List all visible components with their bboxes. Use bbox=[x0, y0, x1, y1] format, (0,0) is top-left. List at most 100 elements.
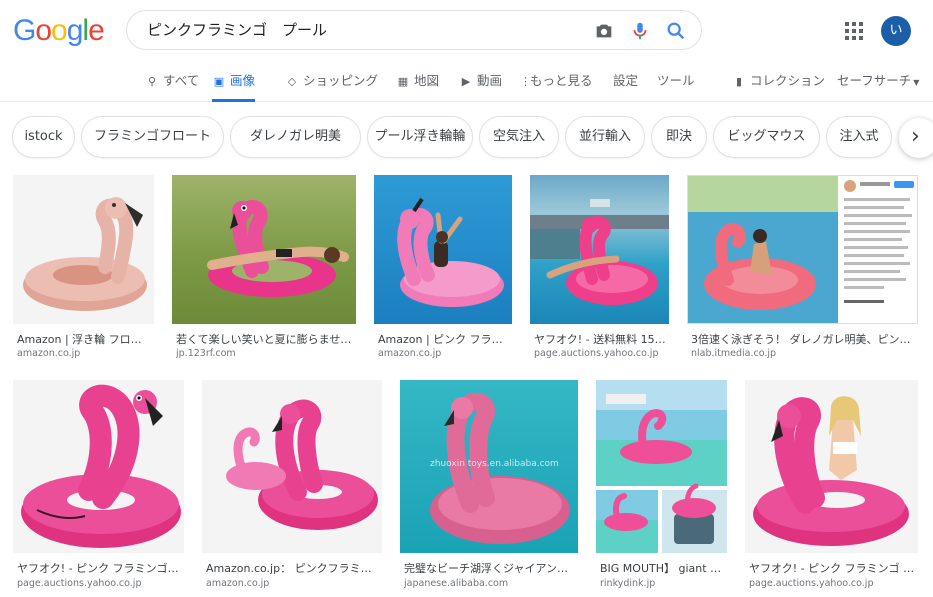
avatar[interactable]: い bbox=[881, 16, 911, 46]
result-caption[interactable]: Amazon | 浮き輪 フロー… bbox=[17, 331, 152, 347]
search-icon: ⚲ bbox=[147, 75, 157, 88]
tab-shopping[interactable]: ◇ ショッピング bbox=[285, 62, 378, 102]
result-caption[interactable]: Amazon | ピンク フラミ… bbox=[378, 331, 510, 347]
tab-tools[interactable]: ツール bbox=[657, 62, 695, 102]
more-vert-icon: ⋮ bbox=[520, 75, 531, 88]
tab-label: 動画 bbox=[477, 73, 503, 88]
result-source: amazon.co.jp bbox=[17, 348, 81, 359]
chip[interactable]: 即決 bbox=[651, 116, 707, 158]
result-source: amazon.co.jp bbox=[378, 348, 442, 359]
result-thumbnail[interactable] bbox=[687, 175, 918, 324]
microphone-icon[interactable] bbox=[629, 20, 651, 42]
google-logo[interactable]: Google bbox=[13, 14, 105, 48]
tab-label: 設定 bbox=[613, 73, 639, 88]
apps-grid-icon[interactable] bbox=[845, 22, 863, 40]
image-result[interactable]: ヤフオク! - 送料無料 150… page.auctions.yahoo.co… bbox=[530, 175, 669, 360]
header: Google い bbox=[0, 0, 933, 62]
flamingo-float-image bbox=[753, 396, 909, 546]
related-chips: istock フラミンゴフロート ダレノガレ明美 プール浮き輪輪 空気注入 並行… bbox=[0, 106, 933, 170]
result-thumbnail[interactable] bbox=[596, 380, 727, 553]
flamingo-collage-image bbox=[596, 380, 727, 553]
chip[interactable]: フラミンゴフロート bbox=[81, 116, 224, 158]
flamingo-float-image bbox=[21, 384, 181, 548]
chip[interactable]: ビッグマウス bbox=[713, 116, 820, 158]
chip[interactable]: 並行輸入 bbox=[565, 116, 645, 158]
result-caption[interactable]: ヤフオク! - ピンク フラミンゴ … bbox=[749, 560, 916, 576]
tab-videos[interactable]: ▶ 動画 bbox=[459, 62, 502, 102]
video-icon: ▶ bbox=[461, 75, 471, 88]
image-icon: ▣ bbox=[213, 75, 225, 88]
result-source: page.auctions.yahoo.co.jp bbox=[534, 348, 659, 359]
chip[interactable]: 空気注入 bbox=[479, 116, 559, 158]
result-thumbnail[interactable] bbox=[13, 175, 154, 324]
flamingo-float-image: zhuoxin toys.en.alibaba.com bbox=[430, 392, 570, 544]
result-thumbnail[interactable] bbox=[530, 175, 669, 324]
image-result[interactable]: Amazon.co.jp： ピンクフラミン… amazon.co.jp bbox=[202, 380, 382, 590]
tab-maps[interactable]: ▦ 地図 bbox=[396, 62, 439, 102]
collections-link[interactable]: ▮ コレクション bbox=[732, 62, 825, 102]
tab-label: 地図 bbox=[414, 73, 440, 88]
search-tabs: ⚲ すべて ▣ 画像 ◇ ショッピング ▦ 地図 ▶ 動画 ⋮もっと見る 設定 ツール ▮… bbox=[0, 62, 933, 102]
result-source: japanese.alibaba.com bbox=[404, 578, 509, 589]
image-result[interactable]: 若くて楽しい笑いと夏に膨らませ… jp.123rf.com bbox=[172, 175, 356, 360]
result-thumbnail[interactable] bbox=[13, 380, 184, 553]
image-result[interactable]: ヤフオク! - ピンク フラミンゴ … page.auctions.yahoo.… bbox=[13, 380, 184, 590]
result-caption[interactable]: BIG MOUTH】 giant pin… bbox=[600, 560, 725, 576]
result-source: page.auctions.yahoo.co.jp bbox=[17, 578, 142, 589]
instagram-post-image bbox=[688, 176, 914, 323]
camera-icon[interactable] bbox=[593, 20, 615, 42]
tab-label: コレクション bbox=[750, 73, 826, 88]
result-thumbnail[interactable] bbox=[172, 175, 356, 324]
tab-images[interactable]: ▣ 画像 bbox=[212, 62, 256, 102]
search-box[interactable] bbox=[126, 10, 702, 50]
chip[interactable]: 注入式 bbox=[826, 116, 892, 158]
search-input[interactable] bbox=[147, 11, 567, 49]
result-source: jp.123rf.com bbox=[176, 348, 236, 359]
image-result[interactable]: ヤフオク! - ピンク フラミンゴ … page.auctions.yahoo.… bbox=[745, 380, 918, 590]
result-caption[interactable]: ヤフオク! - ピンク フラミンゴ … bbox=[17, 560, 182, 576]
image-result[interactable]: Amazon | 浮き輪 フロー… amazon.co.jp bbox=[13, 175, 154, 360]
chevron-right-icon[interactable]: › bbox=[899, 118, 933, 158]
tab-all[interactable]: ⚲ すべて bbox=[145, 62, 199, 102]
tab-label: 画像 bbox=[230, 73, 256, 88]
result-caption[interactable]: 若くて楽しい笑いと夏に膨らませ… bbox=[176, 331, 354, 347]
tag-icon: ◇ bbox=[287, 75, 297, 88]
tab-label: すべて bbox=[163, 73, 200, 88]
tab-label: セーフサーチ bbox=[837, 73, 912, 88]
result-source: amazon.co.jp bbox=[206, 578, 270, 589]
result-source: nlab.itmedia.co.jp bbox=[691, 348, 777, 359]
tab-label: もっと見る bbox=[530, 73, 593, 88]
result-caption[interactable]: 完璧なビーチ湖浮くジャイアン… bbox=[404, 560, 576, 576]
chip[interactable]: ダレノガレ明美 bbox=[230, 116, 361, 158]
flamingo-float-image bbox=[530, 199, 669, 305]
image-result[interactable]: 3倍速く泳ぎそう！ ダレノガレ明美、ピン… nlab.itmedia.co.jp bbox=[687, 175, 918, 360]
safesearch-toggle[interactable]: セーフサーチ ▼ bbox=[837, 62, 919, 102]
chip[interactable]: istock bbox=[12, 116, 75, 158]
flamingo-float-image bbox=[226, 399, 378, 530]
flamingo-float-image bbox=[23, 197, 147, 311]
tab-label: ショッピング bbox=[303, 73, 379, 88]
chip[interactable]: プール浮き輪輪 bbox=[367, 116, 473, 158]
tab-label: ツール bbox=[657, 73, 695, 88]
result-thumbnail[interactable] bbox=[202, 380, 382, 553]
flamingo-float-image bbox=[397, 197, 504, 307]
map-icon: ▦ bbox=[397, 75, 409, 88]
search-icon[interactable] bbox=[665, 20, 687, 42]
result-thumbnail[interactable] bbox=[745, 380, 918, 553]
result-caption[interactable]: ヤフオク! - 送料無料 150… bbox=[534, 331, 667, 347]
tab-more[interactable]: ⋮もっと見る bbox=[520, 62, 593, 102]
bookmark-icon: ▮ bbox=[735, 75, 743, 88]
result-caption[interactable]: 3倍速く泳ぎそう！ ダレノガレ明美、ピン… bbox=[691, 331, 916, 347]
image-result[interactable]: Amazon | ピンク フラミ… amazon.co.jp bbox=[374, 175, 512, 360]
image-result[interactable]: zhuoxin toys.en.alibaba.com 完璧なビーチ湖浮くジャイ… bbox=[400, 380, 578, 590]
result-thumbnail[interactable]: zhuoxin toys.en.alibaba.com bbox=[400, 380, 578, 553]
image-result[interactable]: BIG MOUTH】 giant pin… rinkydink.jp bbox=[596, 380, 727, 590]
result-caption[interactable]: Amazon.co.jp： ピンクフラミン… bbox=[206, 560, 380, 576]
result-thumbnail[interactable] bbox=[374, 175, 512, 324]
watermark-text: zhuoxin toys.en.alibaba.com bbox=[430, 459, 559, 469]
result-source: page.auctions.yahoo.co.jp bbox=[749, 578, 874, 589]
flamingo-float-image bbox=[207, 199, 349, 297]
tab-settings[interactable]: 設定 bbox=[613, 62, 638, 102]
result-source: rinkydink.jp bbox=[600, 578, 656, 589]
caret-down-icon: ▼ bbox=[913, 78, 920, 87]
